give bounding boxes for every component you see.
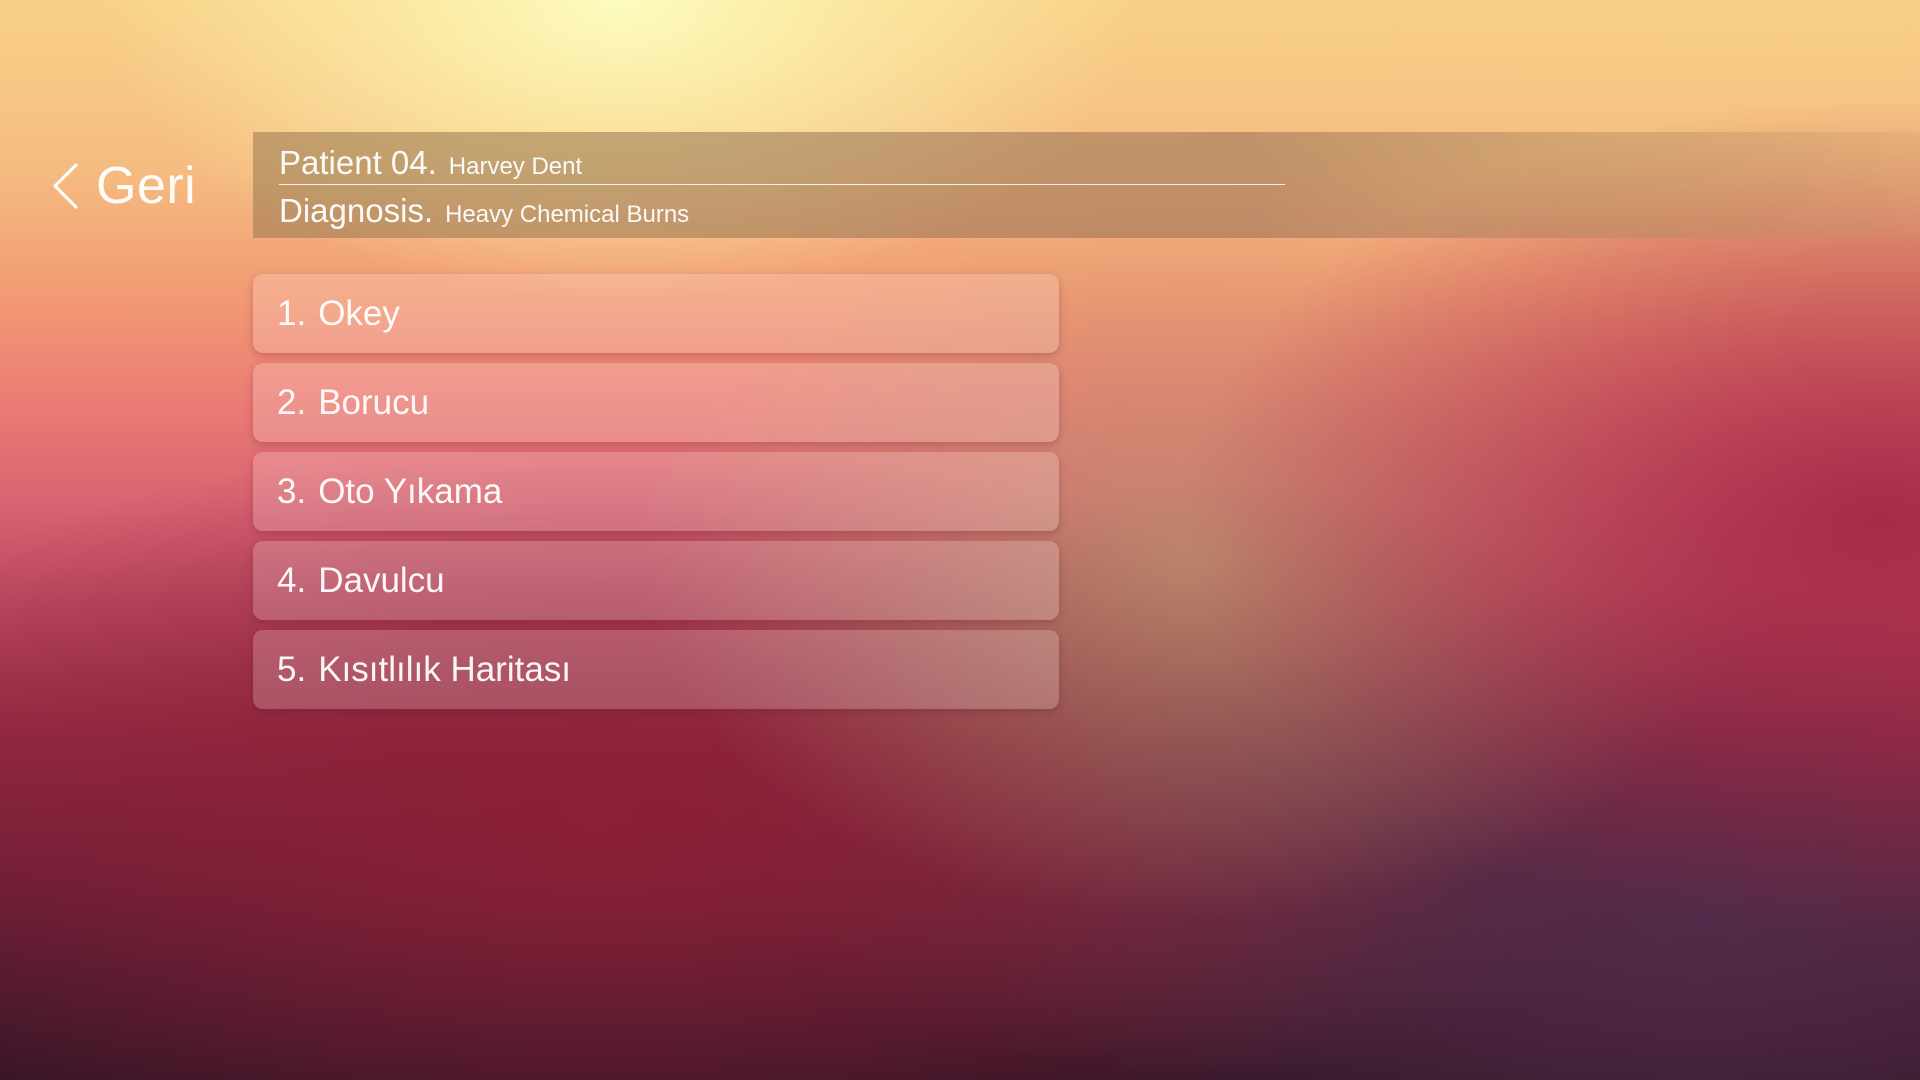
menu-item-number: 5. (277, 649, 307, 689)
patient-number: Patient 04. (279, 144, 437, 181)
menu-item-okey[interactable]: 1. Okey (253, 274, 1059, 353)
menu-item-label: Okey (318, 293, 400, 333)
menu-item-number: 3. (277, 471, 307, 511)
menu-item-label: Oto Yıkama (318, 471, 503, 511)
back-label: Geri (96, 157, 197, 215)
menu-item-label: Kısıtlılık Haritası (318, 649, 572, 689)
diagnosis-label: Diagnosis. (279, 192, 434, 229)
header-divider (279, 184, 1285, 185)
diagnosis-value: Heavy Chemical Burns (445, 201, 690, 228)
menu-item-davulcu[interactable]: 4. Davulcu (253, 541, 1059, 620)
menu-item-number: 1. (277, 293, 307, 333)
back-button[interactable]: Geri (50, 152, 196, 220)
patient-row: Patient 04. Harvey Dent (279, 144, 582, 182)
menu-item-label: Borucu (318, 382, 430, 422)
menu-item-label: Davulcu (318, 560, 445, 600)
patient-name: Harvey Dent (448, 153, 583, 180)
diagnosis-row: Diagnosis. Heavy Chemical Burns (279, 192, 689, 230)
menu-item-kisitlilik-haritasi[interactable]: 5. Kısıtlılık Haritası (253, 630, 1059, 709)
chevron-left-icon (53, 163, 78, 209)
menu-item-number: 2. (277, 382, 307, 422)
menu-item-oto-yikama[interactable]: 3. Oto Yıkama (253, 452, 1059, 531)
game-menu-list: 1. Okey 2. Borucu 3. Oto Yıkama 4. Davul… (253, 274, 1059, 719)
menu-item-number: 4. (277, 560, 307, 600)
menu-item-borucu[interactable]: 2. Borucu (253, 363, 1059, 442)
patient-info-header: Patient 04. Harvey Dent Diagnosis. Heavy… (253, 132, 1920, 238)
